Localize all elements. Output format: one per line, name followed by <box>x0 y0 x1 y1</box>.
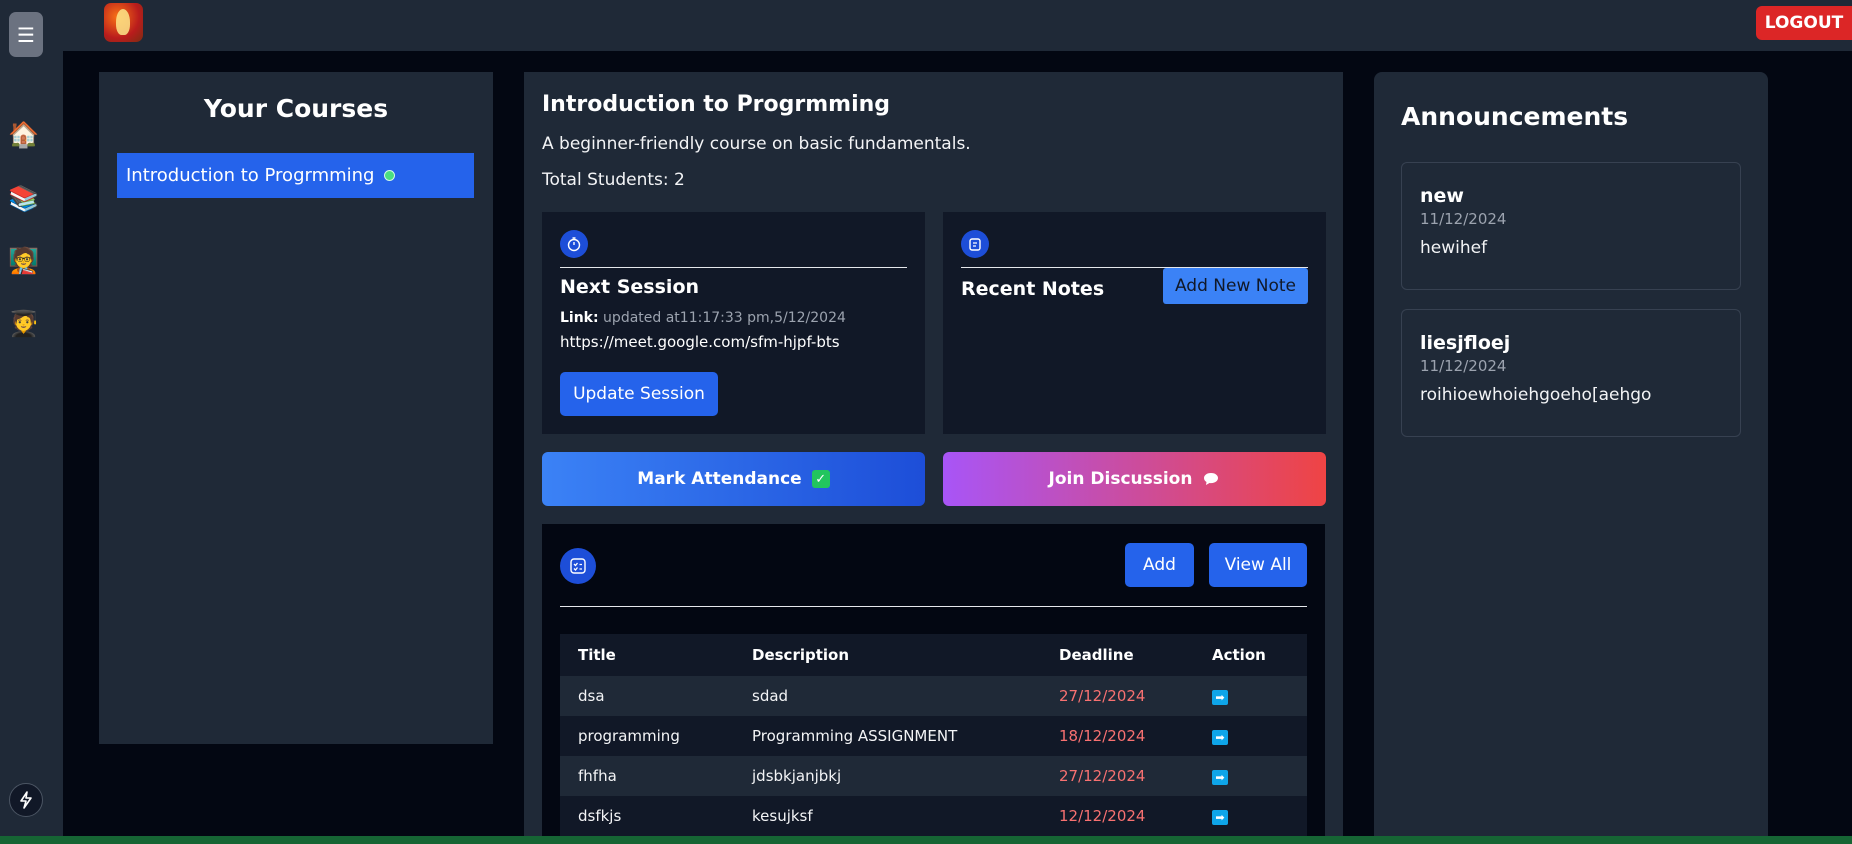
cell-action: ➡ <box>1194 796 1307 836</box>
announcement-date: 11/12/2024 <box>1420 357 1507 375</box>
next-session-heading: Next Session <box>560 276 700 298</box>
cell-description: Programming ASSIGNMENT <box>734 716 1041 756</box>
announcement-date: 11/12/2024 <box>1420 210 1507 228</box>
notes-icon <box>961 230 989 258</box>
add-note-button[interactable]: Add New Note <box>1163 268 1308 304</box>
divider <box>560 606 1307 607</box>
link-label: Link: <box>560 310 599 326</box>
arrow-right-icon[interactable]: ➡ <box>1212 690 1228 705</box>
table-row: fhfha jdsbkjanjbkj 27/12/2024 ➡ <box>560 756 1307 796</box>
session-updated-info: Link: updated at11:17:33 pm,5/12/2024 <box>560 310 846 326</box>
assignments-card: Add View All Title Description Deadline … <box>542 524 1325 844</box>
next-session-card: Next Session Link: updated at11:17:33 pm… <box>542 212 925 434</box>
recent-notes-card: Recent Notes Add New Note <box>943 212 1326 434</box>
course-item-label: Introduction to Progrmming <box>126 165 375 186</box>
mark-attendance-label: Mark Attendance <box>637 469 802 489</box>
arrow-right-icon[interactable]: ➡ <box>1212 730 1228 745</box>
sidebar-rail: ☰ 🏠 📚 🧑‍🏫 🧑‍🎓 <box>0 0 63 844</box>
cell-title: programming <box>560 716 734 756</box>
student-icon[interactable]: 🧑‍🎓 <box>8 309 39 339</box>
cell-deadline: 12/12/2024 <box>1041 796 1194 836</box>
checklist-icon <box>560 548 596 584</box>
divider <box>560 267 907 268</box>
column-header-action: Action <box>1194 634 1307 676</box>
assignments-table: Title Description Deadline Action dsa sd… <box>560 634 1307 836</box>
cell-deadline: 18/12/2024 <box>1041 716 1194 756</box>
courses-title: Your Courses <box>203 94 389 123</box>
announcement-card: liesjfloej 11/12/2024 roihioewhoiehgoeho… <box>1401 309 1741 437</box>
column-header-description: Description <box>734 634 1041 676</box>
recent-notes-heading: Recent Notes <box>961 278 1105 300</box>
cell-deadline: 27/12/2024 <box>1041 756 1194 796</box>
arrow-right-icon[interactable]: ➡ <box>1212 810 1228 825</box>
announcements-title: Announcements <box>1401 102 1629 131</box>
join-discussion-button[interactable]: Join Discussion <box>943 452 1326 506</box>
arrow-right-icon[interactable]: ➡ <box>1212 770 1228 785</box>
course-title: Introduction to Progrmming <box>542 92 891 117</box>
session-link[interactable]: https://meet.google.com/sfm-hjpf-bts <box>560 333 840 351</box>
cell-description: kesujksf <box>734 796 1041 836</box>
active-status-dot <box>384 170 396 181</box>
cell-title: dsfkjs <box>560 796 734 836</box>
top-bar <box>63 0 1852 51</box>
table-row: programming Programming ASSIGNMENT 18/12… <box>560 716 1307 756</box>
student-count: Total Students: 2 <box>542 170 685 190</box>
cell-action: ➡ <box>1194 756 1307 796</box>
table-row: dsa sdad 27/12/2024 ➡ <box>560 676 1307 716</box>
course-detail-panel: Introduction to Progrmming A beginner-fr… <box>524 72 1343 844</box>
logout-button[interactable]: LOGOUT <box>1756 6 1852 40</box>
lightning-icon[interactable] <box>9 783 43 817</box>
courses-panel: Your Courses Introduction to Progrmming <box>99 72 493 744</box>
announcement-card: new 11/12/2024 hewihef <box>1401 162 1741 290</box>
checkmark-icon: ✓ <box>811 470 830 488</box>
cell-description: sdad <box>734 676 1041 716</box>
home-icon[interactable]: 🏠 <box>8 120 39 150</box>
course-item[interactable]: Introduction to Progrmming <box>117 153 474 198</box>
menu-toggle-button[interactable]: ☰ <box>9 12 43 57</box>
teacher-icon[interactable]: 🧑‍🏫 <box>8 246 39 276</box>
speech-bubble-icon <box>1204 473 1219 485</box>
books-icon[interactable]: 📚 <box>8 184 39 214</box>
announcement-body: hewihef <box>1420 238 1488 258</box>
announcement-title: liesjfloej <box>1420 332 1511 354</box>
mark-attendance-button[interactable]: Mark Attendance ✓ <box>542 452 925 506</box>
course-description: A beginner-friendly course on basic fund… <box>542 134 971 154</box>
updated-text: updated at11:17:33 pm,5/12/2024 <box>598 310 846 326</box>
bottom-status-bar <box>0 836 1852 844</box>
announcements-panel: Announcements new 11/12/2024 hewihef lie… <box>1374 72 1768 844</box>
add-assignment-button[interactable]: Add <box>1125 543 1194 587</box>
announcement-title: new <box>1420 185 1464 207</box>
stopwatch-icon <box>560 230 588 258</box>
cell-deadline: 27/12/2024 <box>1041 676 1194 716</box>
column-header-title: Title <box>560 634 734 676</box>
view-all-button[interactable]: View All <box>1209 543 1307 587</box>
join-discussion-label: Join Discussion <box>1048 469 1193 489</box>
app-logo[interactable] <box>104 3 143 42</box>
announcement-body: roihioewhoiehgoeho[aehgo <box>1420 385 1652 405</box>
column-header-deadline: Deadline <box>1041 634 1194 676</box>
update-session-button[interactable]: Update Session <box>560 372 718 416</box>
table-row: dsfkjs kesujksf 12/12/2024 ➡ <box>560 796 1307 836</box>
cell-title: fhfha <box>560 756 734 796</box>
cell-title: dsa <box>560 676 734 716</box>
cell-description: jdsbkjanjbkj <box>734 756 1041 796</box>
cell-action: ➡ <box>1194 716 1307 756</box>
cell-action: ➡ <box>1194 676 1307 716</box>
